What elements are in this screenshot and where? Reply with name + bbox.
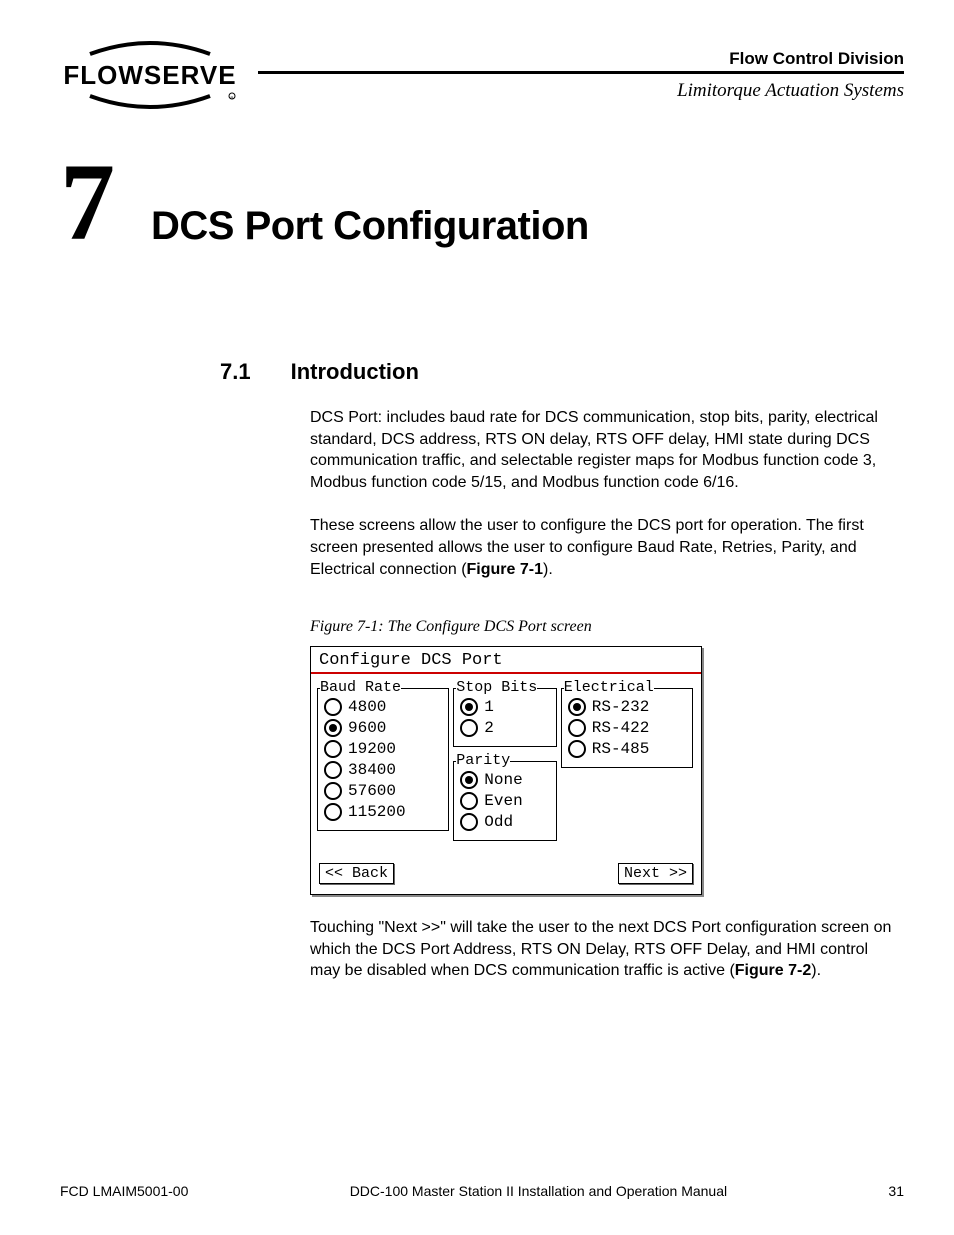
page-footer: FCD LMAIM5001-00 DDC-100 Master Station … [60,1183,904,1199]
section-title: Introduction [291,359,419,385]
radio-label: 1 [484,698,494,716]
radio-icon [568,698,586,716]
radio-option[interactable]: RS-422 [568,719,686,737]
radio-icon [460,698,478,716]
stop-bits-group: Stop Bits 12 [453,688,556,747]
radio-option[interactable]: None [460,771,549,789]
radio-icon [324,740,342,758]
flowserve-logo: FLOWSERVE R [60,40,240,110]
footer-doc-code: FCD LMAIM5001-00 [60,1183,188,1199]
radio-label: RS-485 [592,740,650,758]
radio-icon [460,792,478,810]
radio-label: 57600 [348,782,396,800]
radio-option[interactable]: 1 [460,698,549,716]
radio-option[interactable]: 2 [460,719,549,737]
radio-icon [324,719,342,737]
radio-label: RS-232 [592,698,650,716]
figure-ref: Figure 7-2 [735,962,811,979]
radio-icon [324,782,342,800]
radio-label: 2 [484,719,494,737]
screen-title: Configure DCS Port [311,647,701,674]
parity-label: Parity [456,752,510,769]
footer-page-number: 31 [888,1183,904,1199]
paragraph: DCS Port: includes baud rate for DCS com… [310,407,894,493]
radio-icon [460,771,478,789]
radio-option[interactable]: Odd [460,813,549,831]
radio-label: Even [484,792,522,810]
radio-icon [460,719,478,737]
baud-rate-label: Baud Rate [320,679,401,696]
svg-text:R: R [231,95,234,100]
chapter-number: 7 [60,158,115,246]
paragraph: These screens allow the user to configur… [310,515,894,580]
paragraph-text: ). [811,962,821,979]
radio-option[interactable]: 19200 [324,740,442,758]
electrical-group: Electrical RS-232RS-422RS-485 [561,688,693,768]
radio-label: None [484,771,522,789]
parity-group: Parity NoneEvenOdd [453,761,556,841]
radio-icon [324,803,342,821]
radio-label: 19200 [348,740,396,758]
radio-option[interactable]: RS-232 [568,698,686,716]
radio-label: 9600 [348,719,386,737]
chapter-title: DCS Port Configuration [151,204,589,249]
section-number: 7.1 [220,359,251,385]
division-label: Flow Control Division [258,49,904,69]
radio-option[interactable]: 115200 [324,803,442,821]
paragraph-text: These screens allow the user to configur… [310,517,864,577]
radio-icon [324,761,342,779]
electrical-label: Electrical [564,679,654,696]
radio-label: Odd [484,813,513,831]
radio-option[interactable]: 38400 [324,761,442,779]
configure-dcs-port-screen: Configure DCS Port Baud Rate 4800 9600 192… [310,646,702,895]
page-header: FLOWSERVE R Flow Control Division Limito… [60,40,904,110]
header-rule [258,71,904,74]
radio-icon [324,698,342,716]
paragraph-text: ). [543,561,553,578]
radio-option[interactable]: 57600 [324,782,442,800]
radio-option[interactable]: Even [460,792,549,810]
footer-doc-title: DDC-100 Master Station II Installation a… [350,1183,727,1199]
radio-icon [568,740,586,758]
radio-option[interactable]: RS-485 [568,740,686,758]
back-button[interactable]: << Back [319,863,394,884]
logo-text: FLOWSERVE [63,60,236,90]
radio-label: 115200 [348,803,406,821]
radio-label: RS-422 [592,719,650,737]
figure-ref: Figure 7-1 [467,561,543,578]
figure-caption: Figure 7-1: The Configure DCS Port scree… [310,618,894,636]
radio-option[interactable]: 4800 [324,698,442,716]
subbrand-label: Limitorque Actuation Systems [258,80,904,102]
radio-label: 4800 [348,698,386,716]
next-button[interactable]: Next >> [618,863,693,884]
radio-option[interactable]: 9600 [324,719,442,737]
radio-icon [568,719,586,737]
radio-icon [460,813,478,831]
baud-rate-group: Baud Rate 48009600192003840057600115200 [317,688,449,831]
stop-bits-label: Stop Bits [456,679,537,696]
radio-label: 38400 [348,761,396,779]
paragraph: Touching "Next >>" will take the user to… [310,917,894,982]
